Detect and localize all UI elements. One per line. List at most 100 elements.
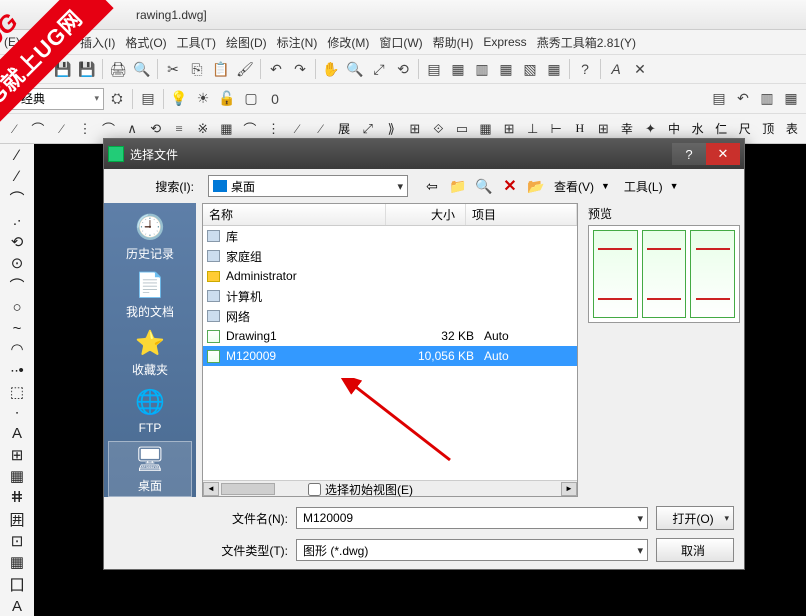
tb3-17[interactable]: ⊞ xyxy=(405,118,426,140)
col-type[interactable]: 项目 xyxy=(466,204,577,225)
lt-pline-icon[interactable]: ⌒ xyxy=(5,188,29,209)
tb3-1[interactable]: ⌒ xyxy=(28,118,49,140)
preview-icon[interactable]: 🔍 xyxy=(131,58,153,80)
lt-spline-icon[interactable]: ~ xyxy=(5,319,29,338)
tb3-11[interactable]: ⋮ xyxy=(263,118,284,140)
lt-arc-icon[interactable]: ⊙ xyxy=(5,253,29,272)
lookin-combo[interactable]: 桌面 xyxy=(208,175,408,197)
tb3-8[interactable]: ※ xyxy=(193,118,214,140)
tb3-33[interactable]: 表 xyxy=(782,118,803,140)
initial-view-checkbox[interactable] xyxy=(308,483,321,496)
tb3-19[interactable]: ▭ xyxy=(452,118,473,140)
menu-express[interactable]: Express xyxy=(483,35,526,49)
tb3-9[interactable]: ▦ xyxy=(216,118,237,140)
tb3-22[interactable]: ⊥ xyxy=(522,118,543,140)
tb3-2[interactable]: ∕ xyxy=(51,118,72,140)
tb3-29[interactable]: 水 xyxy=(687,118,708,140)
tb3-16[interactable]: ⟫ xyxy=(381,118,402,140)
dialog-help-button[interactable]: ? xyxy=(672,143,706,165)
menu-dimension[interactable]: 标注(N) xyxy=(277,34,318,51)
place-ftp[interactable]: 🌐FTP xyxy=(108,383,192,439)
place-documents[interactable]: 📄我的文档 xyxy=(108,267,192,323)
lt-ellarc-icon[interactable]: ∙∙• xyxy=(5,361,29,380)
layermore-icon[interactable]: ▥ xyxy=(756,88,778,110)
tb3-28[interactable]: 中 xyxy=(664,118,685,140)
lt-xline-icon[interactable]: ∕ xyxy=(5,167,29,186)
menu-help[interactable]: 帮助(H) xyxy=(433,34,474,51)
a-icon[interactable]: A xyxy=(605,58,627,80)
saveas-icon[interactable]: 💾 xyxy=(76,58,98,80)
lt-more1-icon[interactable]: ⊡ xyxy=(5,532,29,551)
save-icon[interactable]: 💾 xyxy=(52,58,74,80)
tb3-12[interactable]: ∕ xyxy=(287,118,308,140)
search-web-icon[interactable]: 🔍 xyxy=(474,176,494,196)
lt-hatch-icon[interactable]: A xyxy=(5,424,29,443)
open-icon[interactable]: 📂 xyxy=(28,58,50,80)
newfolder-icon[interactable]: 📂 xyxy=(526,176,546,196)
menu-view[interactable]: 视图(V) xyxy=(30,34,70,51)
lt-table-icon[interactable]: ⵌ xyxy=(5,488,29,507)
cut-icon[interactable]: ✂ xyxy=(162,58,184,80)
markup-icon[interactable]: ▧ xyxy=(519,58,541,80)
tb3-4[interactable]: ⌒ xyxy=(98,118,119,140)
color-icon[interactable]: ▢ xyxy=(240,88,262,110)
bulb-icon[interactable]: 💡 xyxy=(168,88,190,110)
lt-mtext-icon[interactable]: 囲 xyxy=(5,509,29,530)
layerstate-icon[interactable]: ▤ xyxy=(708,88,730,110)
tb3-15[interactable]: ⤢ xyxy=(357,118,378,140)
zoom-win-icon[interactable]: ⤢ xyxy=(368,58,390,80)
tb3-5[interactable]: ∧ xyxy=(122,118,143,140)
ax-icon[interactable]: ✕ xyxy=(629,58,651,80)
lt-circle-icon[interactable]: ⌒ xyxy=(5,275,29,296)
open-button[interactable]: 打开(O) xyxy=(656,506,734,530)
file-row[interactable]: 计算机 xyxy=(203,286,577,306)
place-favorites[interactable]: ⭐收藏夹 xyxy=(108,325,192,381)
menu-format[interactable]: 格式(O) xyxy=(125,34,166,51)
view-menu[interactable]: 查看(V) xyxy=(554,178,594,195)
layerprev-icon[interactable]: ↶ xyxy=(732,88,754,110)
copy-icon[interactable]: ⎘ xyxy=(186,58,208,80)
help-icon[interactable]: ? xyxy=(574,58,596,80)
tools-menu[interactable]: 工具(L) xyxy=(624,178,663,195)
paste-icon[interactable]: 📋 xyxy=(210,58,232,80)
redo-icon[interactable]: ↷ xyxy=(289,58,311,80)
lock-icon[interactable]: 🔓 xyxy=(216,88,238,110)
calc-icon[interactable]: ▦ xyxy=(543,58,565,80)
menu-insert[interactable]: 插入(I) xyxy=(80,34,115,51)
up-icon[interactable]: 📁 xyxy=(448,176,468,196)
lt-more2-icon[interactable]: ▦ xyxy=(5,553,29,572)
back-icon[interactable]: ⇦ xyxy=(422,176,442,196)
lt-point-icon[interactable]: ∙ xyxy=(5,403,29,422)
menu-edit[interactable]: (E) xyxy=(4,35,20,49)
tb3-10[interactable]: ⌒ xyxy=(240,118,261,140)
lt-block-icon[interactable]: ⬚ xyxy=(5,382,29,401)
tb3-31[interactable]: 尺 xyxy=(734,118,755,140)
tb3-3[interactable]: ⋮ xyxy=(75,118,96,140)
layer0-icon[interactable]: 0 xyxy=(264,88,286,110)
lt-polygon-icon[interactable]: .∙ xyxy=(5,211,29,230)
file-row[interactable]: 网络 xyxy=(203,306,577,326)
delete-icon[interactable]: ✕ xyxy=(500,176,520,196)
lt-region-icon[interactable]: ▦ xyxy=(5,466,29,485)
lt-grad-icon[interactable]: ⊞ xyxy=(5,445,29,464)
pan-icon[interactable]: ✋ xyxy=(320,58,342,80)
ws-gear-icon[interactable]: ⛭ xyxy=(106,88,128,110)
tb3-24[interactable]: H xyxy=(570,118,591,140)
tb3-0[interactable]: ∕ xyxy=(4,118,25,140)
tb3-27[interactable]: ✦ xyxy=(640,118,661,140)
tb3-32[interactable]: 顶 xyxy=(758,118,779,140)
palette-icon[interactable]: ▥ xyxy=(471,58,493,80)
col-name[interactable]: 名称 xyxy=(203,204,386,225)
filetype-combo[interactable]: 图形 (*.dwg) xyxy=(296,539,648,561)
tb3-6[interactable]: ⟲ xyxy=(145,118,166,140)
sun-icon[interactable]: ☀ xyxy=(192,88,214,110)
cancel-button[interactable]: 取消 xyxy=(656,538,734,562)
dcenter-icon[interactable]: ▦ xyxy=(447,58,469,80)
zoom-rt-icon[interactable]: 🔍 xyxy=(344,58,366,80)
tb3-23[interactable]: ⊢ xyxy=(546,118,567,140)
match-icon[interactable]: 🖌 xyxy=(234,58,256,80)
dialog-titlebar[interactable]: 选择文件 ? ✕ xyxy=(104,139,744,169)
workspace-combo[interactable]: D 经典 xyxy=(4,88,104,110)
col-size[interactable]: 大小 xyxy=(386,204,466,225)
file-row[interactable]: Drawing132 KBAuto xyxy=(203,326,577,346)
